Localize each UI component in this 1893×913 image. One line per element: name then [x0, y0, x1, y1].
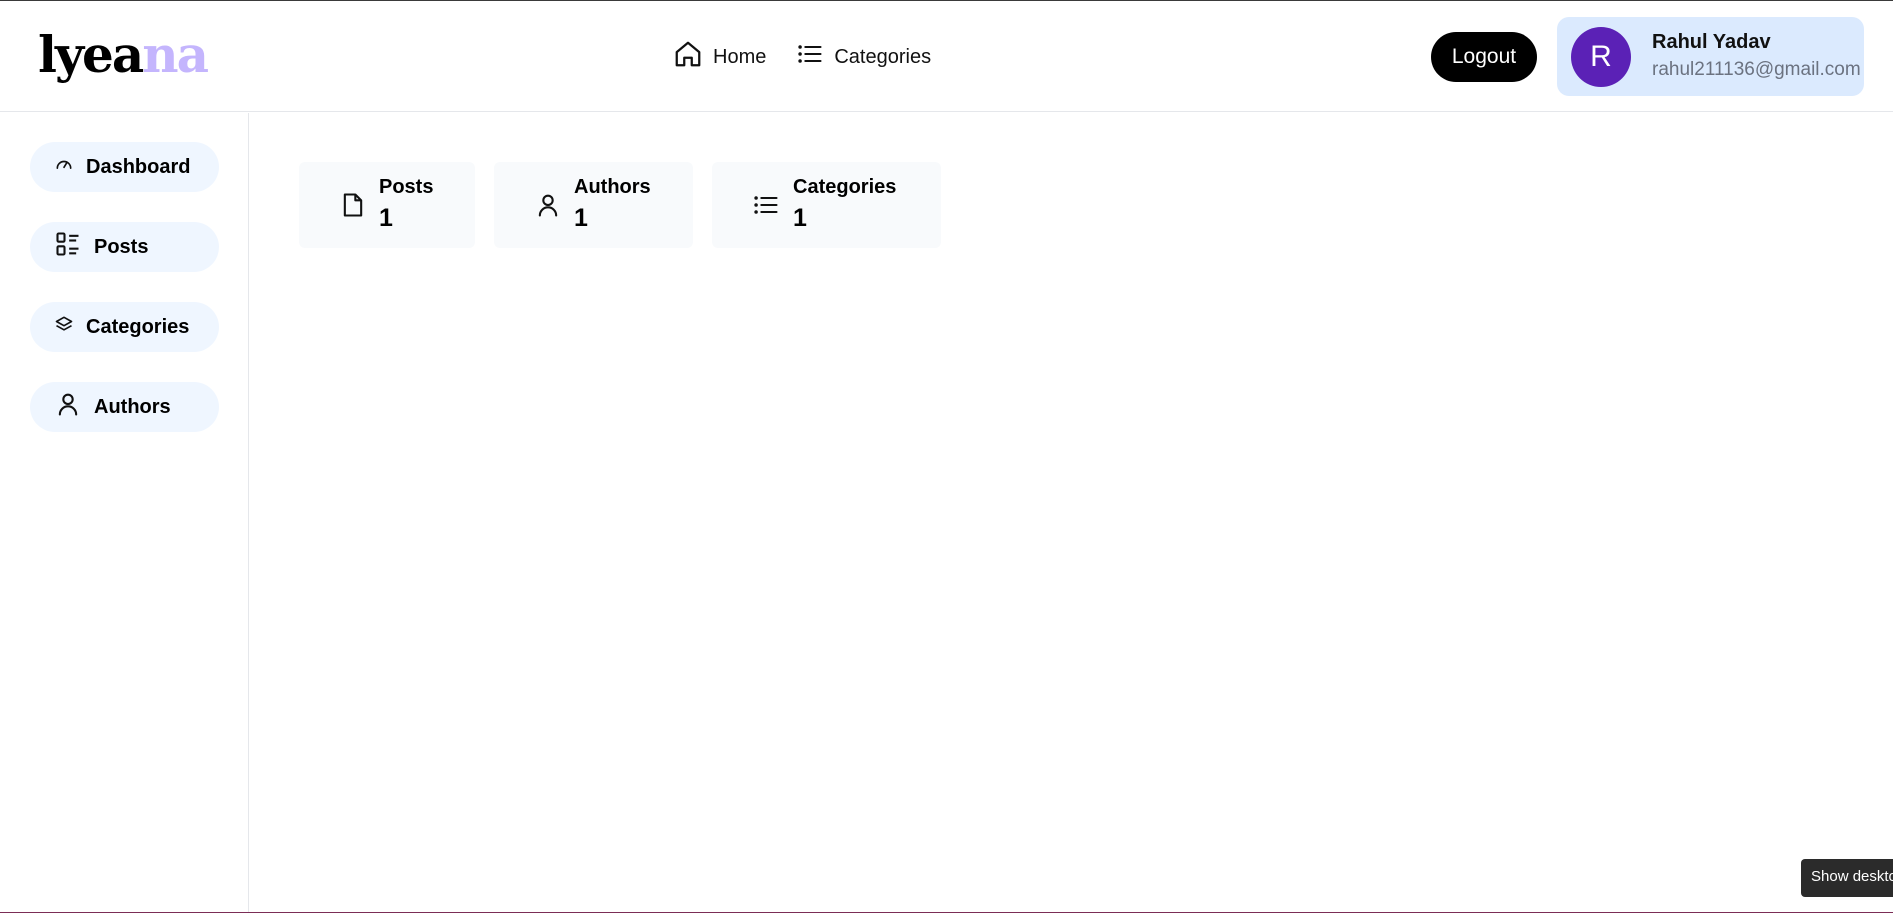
- nav-categories-label: Categories: [834, 45, 932, 68]
- list-icon: [752, 191, 780, 224]
- app-window: lyeana Home Categories Logout R Rahul Ya…: [0, 0, 1893, 913]
- show-desktop-tooltip: Show desktop: [1801, 859, 1893, 897]
- top-navbar: lyeana Home Categories Logout R Rahul Ya…: [0, 1, 1893, 112]
- brand-logo[interactable]: lyeana: [38, 25, 209, 85]
- nav-home-label: Home: [713, 45, 767, 68]
- gauge-icon: [54, 154, 74, 180]
- stat-value: 1: [379, 204, 393, 232]
- list-icon: [796, 40, 824, 74]
- file-icon: [339, 191, 367, 224]
- nav-categories-link[interactable]: Categories: [796, 40, 931, 74]
- user-name: Rahul Yadav: [1652, 31, 1771, 53]
- list-detail-icon: [54, 230, 82, 264]
- avatar: R: [1571, 27, 1631, 87]
- stat-card-categories[interactable]: Categories 1: [712, 162, 941, 248]
- sidebar-item-categories[interactable]: Categories: [30, 302, 219, 352]
- stat-label: Categories: [793, 176, 897, 198]
- logo-text-dark: lyea: [38, 25, 144, 84]
- sidebar-item-dashboard[interactable]: Dashboard: [30, 142, 219, 192]
- home-icon: [673, 39, 703, 75]
- sidebar: Dashboard Posts Categories Authors: [0, 113, 249, 913]
- stat-label: Authors: [574, 176, 651, 198]
- logout-button[interactable]: Logout: [1431, 32, 1537, 82]
- stat-card-authors[interactable]: Authors 1: [494, 162, 693, 248]
- stat-value: 1: [574, 204, 588, 232]
- user-email: rahul211136@gmail.com: [1652, 59, 1861, 80]
- stat-label: Posts: [379, 176, 434, 198]
- logo-text-light: na: [142, 25, 209, 84]
- sidebar-item-authors[interactable]: Authors: [30, 382, 219, 432]
- user-icon: [534, 191, 562, 224]
- sidebar-item-label: Posts: [94, 235, 149, 258]
- sidebar-item-label: Authors: [94, 395, 171, 418]
- stat-value: 1: [793, 204, 807, 232]
- user-profile-card[interactable]: R Rahul Yadav rahul211136@gmail.com: [1557, 17, 1864, 96]
- stat-card-posts[interactable]: Posts 1: [299, 162, 475, 248]
- sidebar-item-label: Dashboard: [86, 155, 191, 178]
- nav-home-link[interactable]: Home: [673, 39, 766, 75]
- layers-icon: [54, 314, 74, 340]
- sidebar-item-posts[interactable]: Posts: [30, 222, 219, 272]
- main-nav: Home Categories: [673, 39, 931, 75]
- user-icon: [54, 390, 82, 424]
- sidebar-item-label: Categories: [86, 315, 190, 338]
